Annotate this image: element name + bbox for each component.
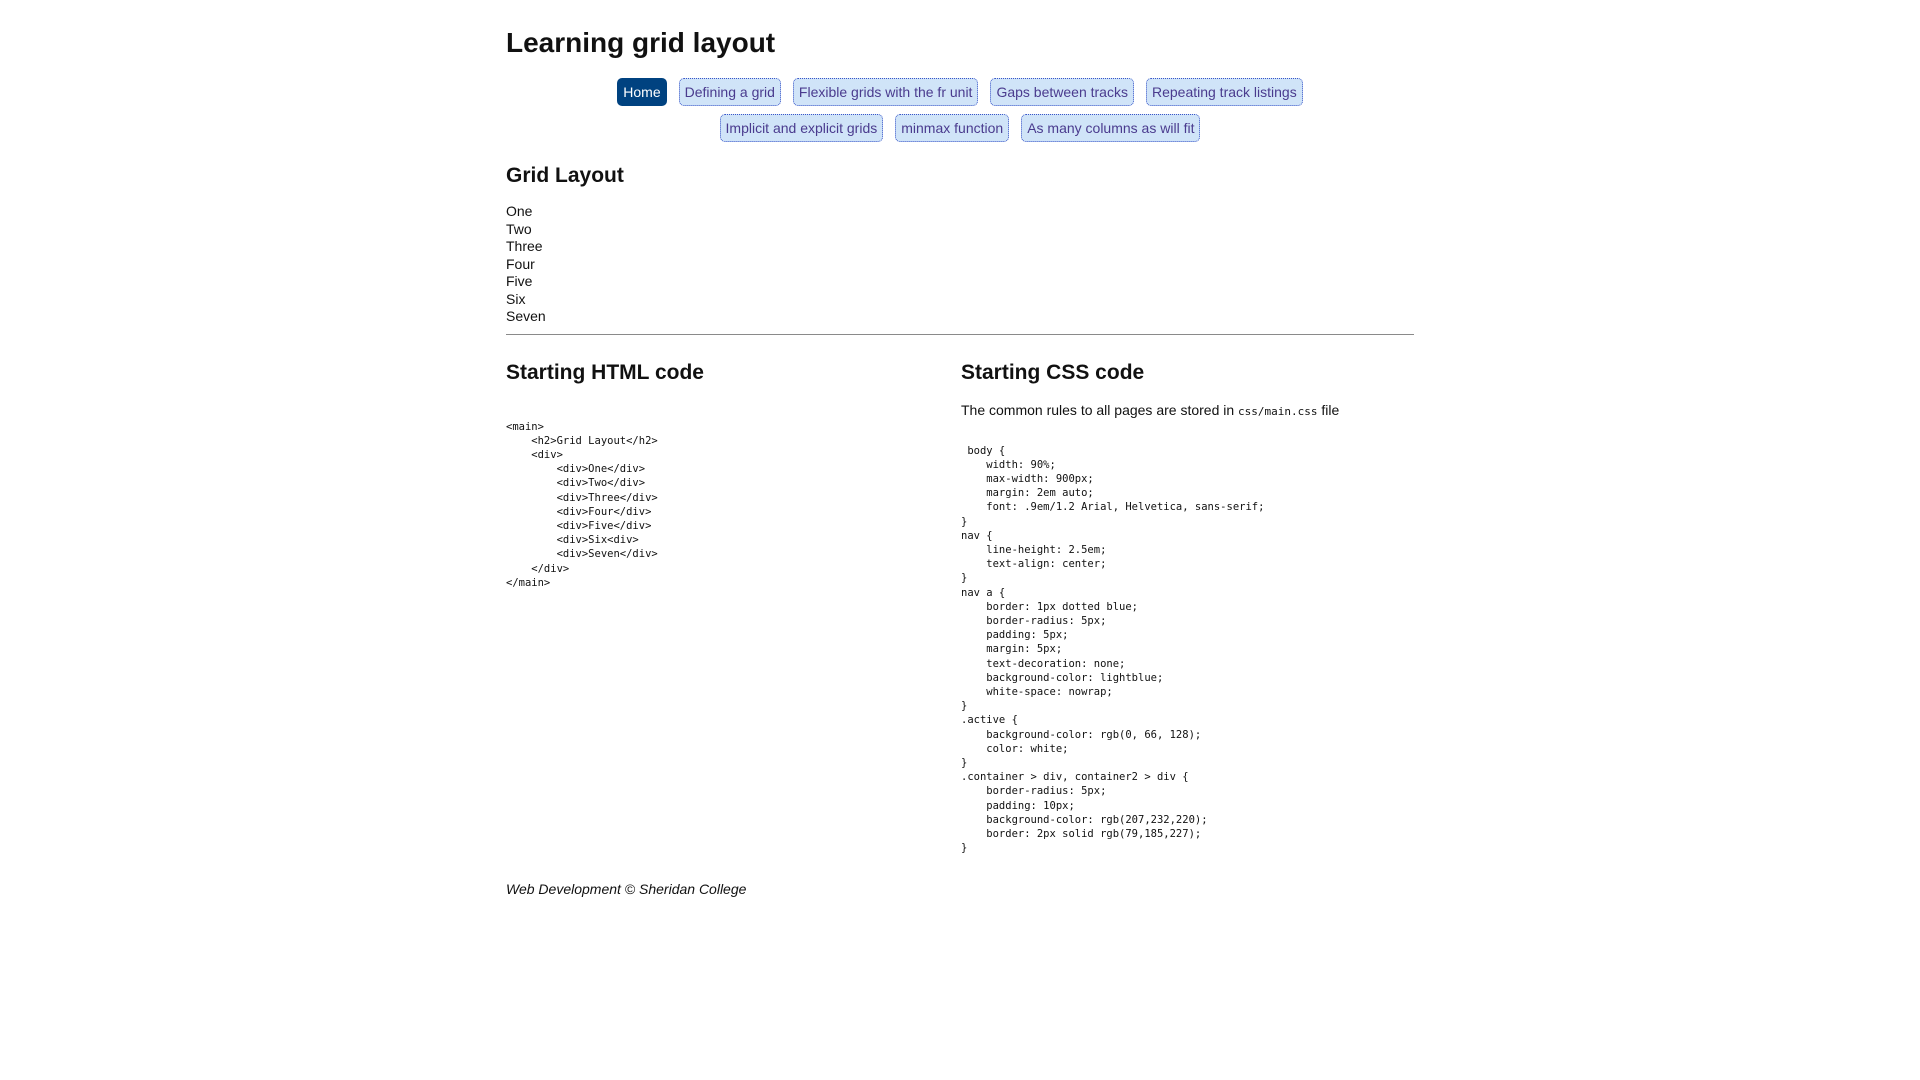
main-nav: Home Defining a grid Flexible grids with t… (506, 74, 1414, 146)
css-file-path: css/main.css (1238, 404, 1318, 418)
page-title: Learning grid layout (506, 27, 776, 58)
nav-link-implicit-explicit-grids[interactable]: Implicit and explicit grids (719, 114, 884, 142)
grid-items: One Two Three Four Five Six Seven (506, 203, 1414, 326)
nav-link-as-many-columns[interactable]: As many columns as will fit (1021, 114, 1201, 142)
nav-link-flexible-grids[interactable]: Flexible grids with the fr unit (792, 78, 979, 106)
nav-link-repeating-track-listings[interactable]: Repeating track listings (1145, 78, 1303, 106)
html-code-block: <main> <h2>Grid Layout</h2> <div> <div>O… (506, 420, 658, 589)
nav-link-home[interactable]: Home (617, 78, 667, 106)
css-code-heading: Starting CSS code (961, 360, 1145, 384)
grid-item: Four (506, 255, 535, 272)
grid-item: Five (506, 273, 533, 289)
nav-link-defining-a-grid[interactable]: Defining a grid (678, 78, 781, 106)
css-code-section: Starting CSS code The common rules to al… (961, 360, 1414, 856)
page: Learning grid layout Home Defining a grid… (506, 0, 1414, 898)
grid-section: Grid Layout One Two Three Four Five Six … (506, 163, 1414, 326)
grid-item: Three (506, 238, 543, 254)
nav-row-2: Implicit and explicit grids minmax functi… (506, 110, 1414, 146)
css-code-block: body { width: 90%; max-width: 900px; mar… (961, 444, 1265, 855)
code-columns: Starting HTML code <main> <h2>Grid Layou… (506, 360, 1414, 856)
grid-item: One (506, 203, 533, 219)
css-intro-text: The common rules to all pages are stored… (961, 402, 1414, 420)
footer: Web Development © Sheridan College (506, 881, 747, 898)
grid-item: Six (506, 290, 526, 307)
nav-link-gaps-between-tracks[interactable]: Gaps between tracks (990, 78, 1134, 106)
grid-item: Seven (506, 308, 546, 324)
html-code-heading: Starting HTML code (506, 360, 704, 384)
css-intro-before: The common rules to all pages are stored… (961, 401, 1239, 418)
css-intro-after: file (1317, 401, 1340, 418)
grid-heading: Grid Layout (506, 164, 624, 187)
section-divider (506, 333, 1414, 335)
grid-item: Two (506, 220, 532, 237)
nav-row-1: Home Defining a grid Flexible grids with t… (506, 74, 1414, 110)
nav-link-minmax-function[interactable]: minmax function (895, 114, 1010, 142)
html-code-section: Starting HTML code <main> <h2>Grid Layou… (506, 360, 961, 856)
